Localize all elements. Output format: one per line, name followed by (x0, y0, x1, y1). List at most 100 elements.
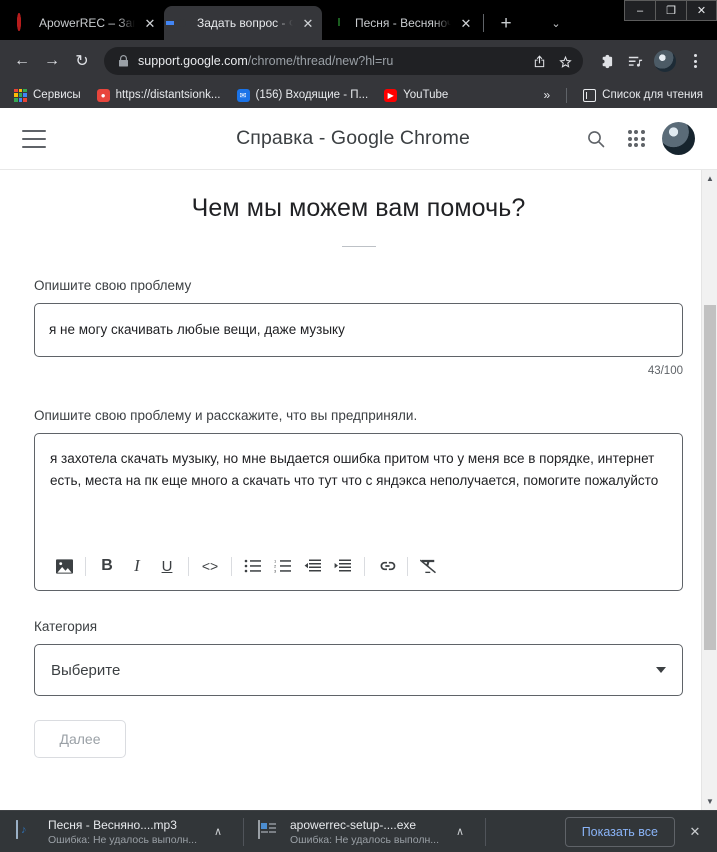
page-scroll-area: Чем мы можем вам помочь? Опишите свою пр… (0, 170, 717, 810)
url-text: support.google.com/chrome/thread/new?hl=… (130, 54, 527, 68)
share-icon[interactable] (527, 49, 551, 73)
url-path: /chrome/thread/new?hl=ru (247, 54, 394, 68)
bookmark-label: https://distantsionk... (115, 89, 221, 101)
chrome-menu-button[interactable] (681, 47, 709, 75)
show-all-downloads-button[interactable]: Показать все (564, 816, 675, 847)
toolbar-divider (188, 556, 189, 576)
scroll-down-arrow-icon[interactable]: ▼ (702, 793, 717, 810)
address-bar[interactable]: support.google.com/chrome/thread/new?hl=… (104, 47, 583, 75)
reload-button[interactable]: ↻ (68, 47, 96, 75)
browser-tab-apowerrec[interactable]: ApowerREC – Запи ✕ (6, 6, 164, 40)
close-downloads-bar-icon[interactable]: ✕ (681, 818, 709, 846)
bookmark-label: Сервисы (33, 89, 81, 101)
bold-icon[interactable]: B (92, 552, 122, 580)
bookmark-label: YouTube (403, 89, 449, 101)
tab-divider (483, 14, 484, 32)
svg-text:3: 3 (274, 569, 277, 573)
bookmarks-overflow-button[interactable]: » (537, 88, 556, 102)
toolbar-divider (85, 556, 86, 576)
close-icon[interactable]: ✕ (142, 15, 158, 31)
youtube-icon: ▶ (384, 88, 398, 102)
bulleted-list-icon[interactable] (238, 552, 268, 580)
media-control-icon[interactable] (621, 47, 649, 75)
browser-toolbar: ← → ↻ support.google.com/chrome/thread/n… (0, 40, 717, 82)
new-tab-button[interactable]: + (492, 9, 520, 37)
extensions-puzzle-icon[interactable] (591, 47, 619, 75)
insert-image-icon[interactable] (49, 552, 79, 580)
category-select[interactable]: Выберите (34, 644, 683, 696)
reading-list-button[interactable]: Список для чтения (577, 86, 709, 105)
bookmark-item-distantsionk[interactable]: ● https://distantsionk... (91, 86, 227, 105)
hamburger-menu-icon[interactable] (22, 129, 46, 148)
maximize-button[interactable]: ❐ (655, 0, 686, 21)
forward-button[interactable]: → (38, 47, 66, 75)
web-page-content: Справка - Google Chrome Чем мы можем вам… (0, 108, 717, 810)
summary-input[interactable]: я не могу скачивать любые вещи, даже муз… (34, 303, 683, 357)
code-icon[interactable]: <> (195, 552, 225, 580)
mail-icon: ✉ (236, 88, 250, 102)
page-scrollbar[interactable]: ▲ ▼ (701, 170, 717, 810)
browser-tab-google-support[interactable]: Задать вопрос - Ф ✕ (164, 6, 322, 40)
toolbar-divider (231, 556, 232, 576)
download-item-mp3[interactable]: Песня - Весняно....mp3 Ошибка: Не удалос… (8, 815, 237, 849)
scrollbar-thumb[interactable] (704, 305, 716, 650)
chrome-window: ApowerREC – Запи ✕ Задать вопрос - Ф ✕ П… (0, 0, 717, 852)
site-icon: ● (96, 88, 110, 102)
bookmark-label: (156) Входящие - П... (255, 89, 369, 101)
toolbar-divider (407, 556, 408, 576)
apps-grid-icon[interactable] (616, 130, 656, 147)
tab-strip: ApowerREC – Запи ✕ Задать вопрос - Ф ✕ П… (0, 0, 717, 40)
form-content: Чем мы можем вам помочь? Опишите свою пр… (0, 194, 717, 758)
bookmark-item-services[interactable]: Сервисы (8, 86, 87, 105)
download-status: Ошибка: Не удалось выполн... (48, 833, 197, 846)
reading-list-label: Список для чтения (602, 89, 703, 101)
back-button[interactable]: ← (8, 47, 36, 75)
summary-char-counter: 43/100 (647, 365, 683, 377)
form-heading: Чем мы можем вам помочь? (191, 194, 526, 222)
download-text: apowerrec-setup-....exe Ошибка: Не удало… (290, 818, 439, 846)
profile-avatar[interactable] (651, 47, 679, 75)
close-window-button[interactable]: ✕ (686, 0, 717, 21)
tab-title: Песня - Весняноч (355, 16, 451, 30)
underline-icon[interactable]: U (152, 552, 182, 580)
account-avatar[interactable] (662, 122, 695, 155)
minimize-button[interactable]: – (624, 0, 655, 21)
heading-divider (341, 246, 376, 247)
bookmark-item-youtube[interactable]: ▶ YouTube (378, 86, 454, 105)
indent-icon[interactable] (328, 552, 358, 580)
lock-icon (116, 55, 130, 67)
details-input[interactable]: я захотела скачать музыку, но мне выдает… (35, 434, 682, 546)
exe-file-icon (258, 819, 280, 843)
download-menu-chevron-up-icon[interactable]: ∧ (449, 821, 471, 843)
tab-title: ApowerREC – Запи (39, 16, 135, 30)
download-filename: Песня - Весняно....mp3 (48, 817, 177, 832)
close-icon[interactable]: ✕ (458, 15, 474, 31)
download-menu-chevron-up-icon[interactable]: ∧ (207, 821, 229, 843)
close-icon[interactable]: ✕ (300, 15, 316, 31)
download-status: Ошибка: Не удалось выполн... (290, 833, 439, 846)
bookmark-star-icon[interactable] (553, 49, 577, 73)
url-domain: support.google.com (138, 54, 248, 68)
download-item-exe[interactable]: apowerrec-setup-....exe Ошибка: Не удало… (250, 815, 479, 849)
apowerrec-icon (16, 13, 32, 31)
downloads-bar: Песня - Весняно....mp3 Ошибка: Не удалос… (0, 810, 717, 852)
download-text: Песня - Весняно....mp3 Ошибка: Не удалос… (48, 818, 197, 846)
link-icon[interactable] (371, 552, 401, 580)
bookmarks-divider (566, 87, 568, 103)
search-icon[interactable] (576, 129, 616, 149)
bookmark-item-inbox[interactable]: ✉ (156) Входящие - П... (231, 86, 375, 105)
clear-formatting-icon[interactable] (414, 552, 444, 580)
apps-grid-icon (14, 88, 27, 102)
scroll-up-arrow-icon[interactable]: ▲ (702, 170, 717, 187)
bookmarks-bar: Сервисы ● https://distantsionk... ✉ (156… (0, 82, 717, 108)
outdent-icon[interactable] (298, 552, 328, 580)
italic-icon[interactable]: I (122, 552, 152, 580)
google-help-header: Справка - Google Chrome (0, 108, 717, 170)
omnibox-actions (527, 49, 577, 73)
browser-tab-music[interactable]: Песня - Весняноч ✕ (322, 6, 480, 40)
tab-title: Задать вопрос - Ф (197, 16, 293, 30)
numbered-list-icon[interactable]: 123 (268, 552, 298, 580)
summary-field-label: Опишите свою проблему (34, 278, 192, 293)
next-button[interactable]: Далее (34, 720, 126, 758)
tab-search-chevron-down-icon[interactable]: ⌄ (542, 9, 570, 37)
